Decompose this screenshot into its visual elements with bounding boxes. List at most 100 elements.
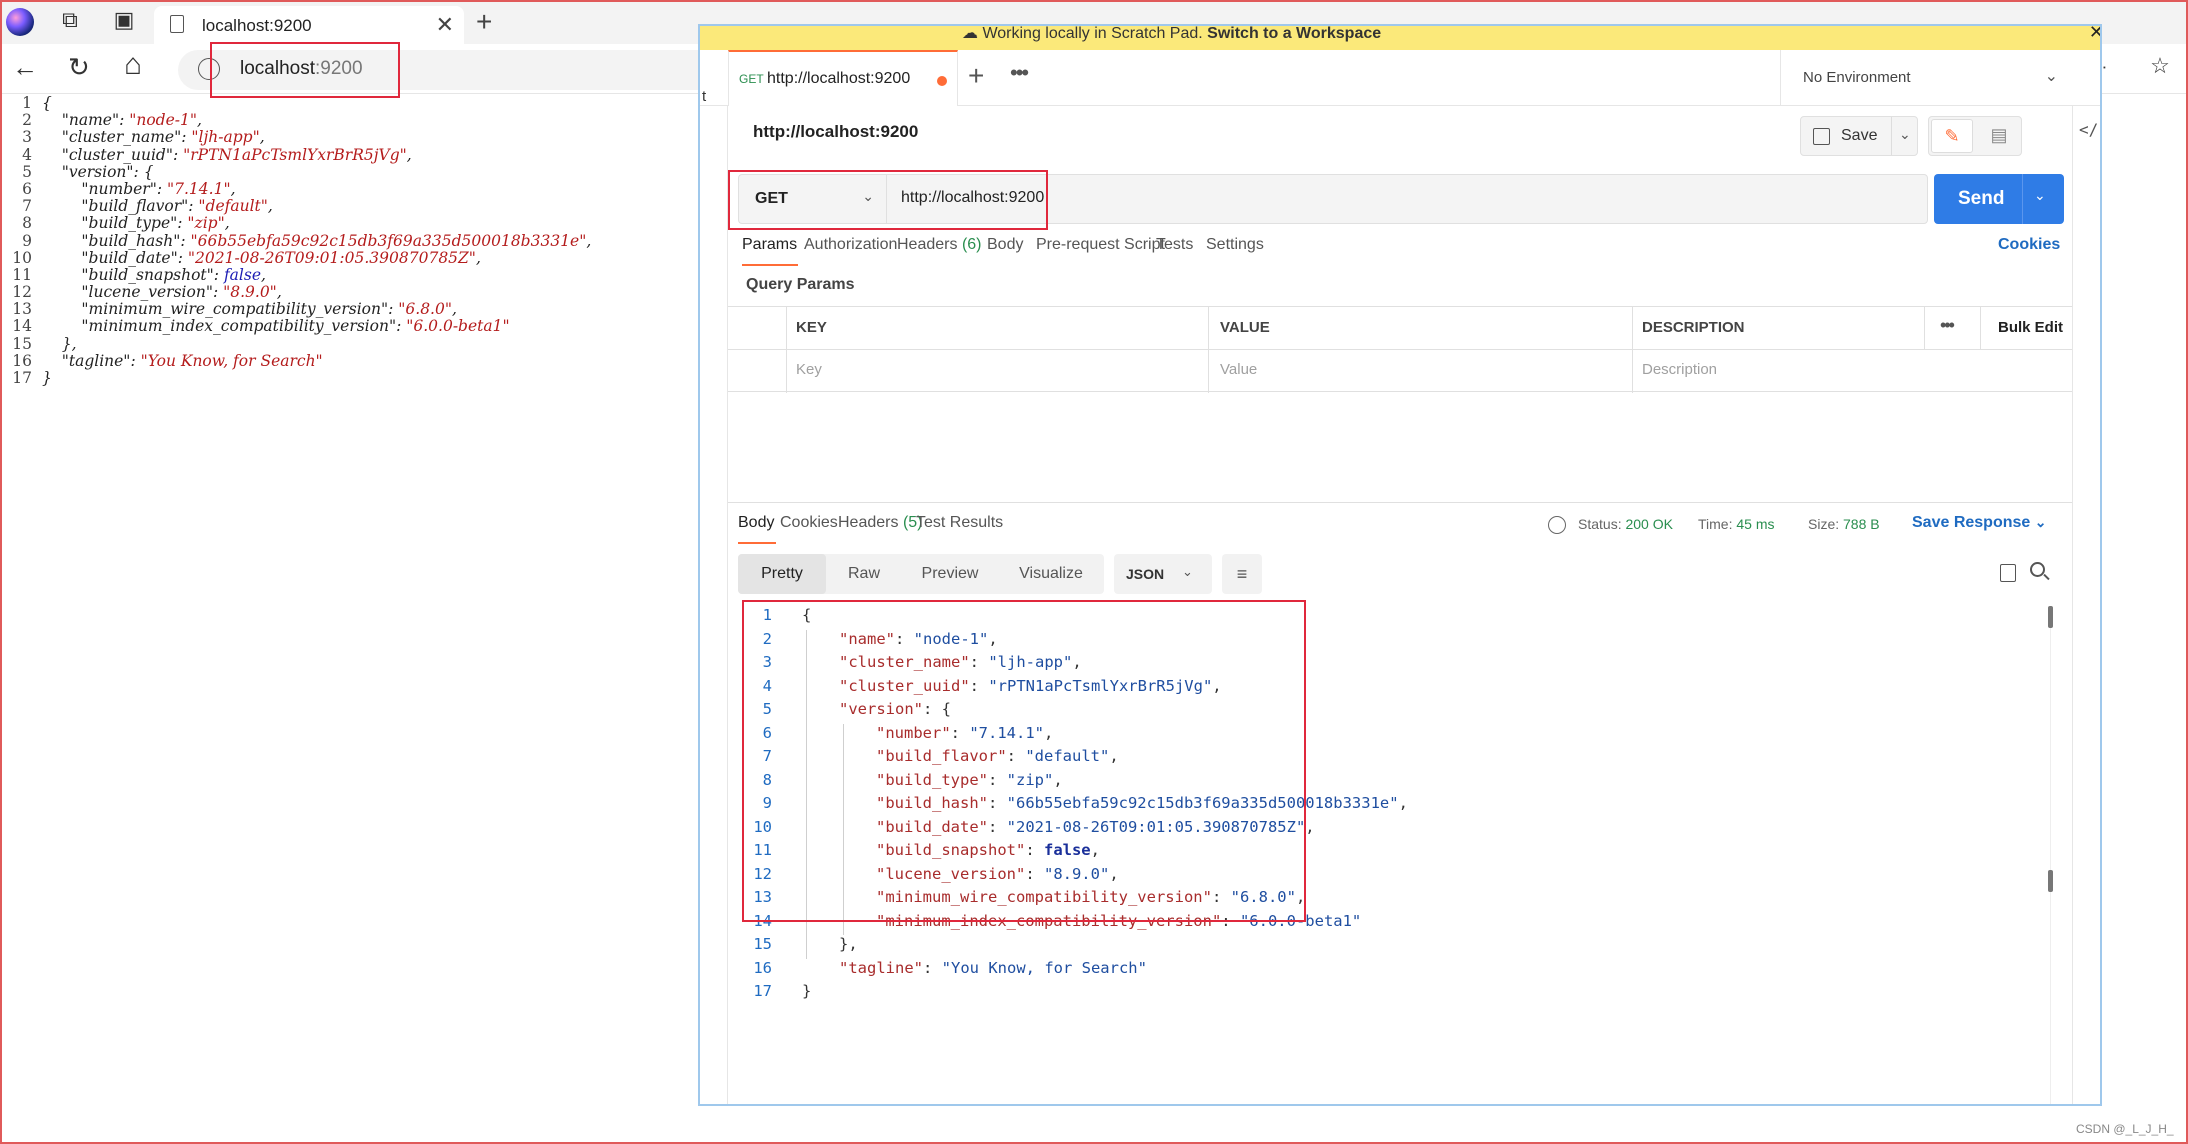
more-options-icon[interactable]: ••• — [1940, 315, 1955, 336]
tab-params[interactable]: Params — [742, 236, 797, 254]
raw-token: false — [223, 265, 261, 284]
more-tabs-icon[interactable]: ••• — [1010, 60, 1029, 86]
raw-token — [42, 266, 81, 284]
raw-token: "zip" — [187, 214, 225, 233]
code-token: "minimum_wire_compatibility_version" — [876, 888, 1212, 906]
tab-pre-request-script[interactable]: Pre-request Script — [1036, 236, 1165, 254]
site-info-icon[interactable] — [198, 58, 220, 80]
tab-settings[interactable]: Settings — [1206, 236, 1264, 254]
favorite-star-icon[interactable]: ☆ — [2144, 52, 2176, 84]
response-tab-headers[interactable]: Headers (5) — [838, 514, 923, 532]
status-label: Status: — [1578, 516, 1622, 532]
tab-label: Headers — [897, 236, 958, 253]
size-readout: Size: 788 B — [1808, 516, 1880, 532]
code-token: "build_snapshot" — [876, 841, 1026, 859]
response-tab-cookies[interactable]: Cookies — [780, 514, 838, 532]
raw-line-number: 7 — [22, 197, 32, 216]
browser-tab[interactable]: localhost:9200 ✕ — [154, 6, 464, 44]
globe-icon[interactable] — [1548, 516, 1566, 534]
response-tab-body[interactable]: Body — [738, 514, 774, 532]
raw-token: : — [172, 145, 184, 164]
close-tab-icon[interactable]: ✕ — [436, 12, 454, 38]
tab-headers[interactable]: Headers (6) — [897, 236, 982, 254]
chevron-down-icon: ⌄ — [2034, 514, 2047, 530]
format-selector[interactable]: JSON ⌄ — [1114, 554, 1212, 594]
response-body-code: 1{2 "name": "node-1", 3 "cluster_name": "lj… — [742, 606, 2072, 1104]
param-value-input[interactable]: Value — [1220, 361, 1257, 378]
tab-body[interactable]: Body — [987, 236, 1023, 254]
edit-icon[interactable]: ✎ — [1931, 119, 1973, 153]
code-line-number: 14 — [753, 911, 772, 930]
view-pretty-button[interactable]: Pretty — [738, 554, 826, 594]
url-input[interactable]: http://localhost:9200 — [886, 174, 1928, 224]
workspaces-icon[interactable]: ⧉ — [54, 6, 86, 38]
raw-token — [42, 300, 81, 318]
code-line: 14 "minimum_index_compatibility_version":… — [742, 912, 1942, 936]
right-rail: </ — [2072, 106, 2100, 1104]
request-workspace: http://localhost:9200 Save ⌄ ✎ ▤ GET ⌄ h… — [728, 106, 2072, 1104]
code-line-text: }, — [839, 935, 858, 953]
view-raw-button[interactable]: Raw — [826, 554, 902, 594]
table-row-divider — [728, 349, 2072, 350]
environment-selector[interactable]: No Environment ⌄ — [1780, 50, 2080, 106]
switch-workspace-link[interactable]: Switch to a Workspace — [1207, 26, 1381, 42]
response-divider — [728, 502, 2072, 503]
code-line-text: "build_date": "2021-08-26T09:01:05.39087… — [876, 818, 1315, 836]
code-line: 6 "number": "7.14.1", — [742, 724, 1942, 748]
raw-json-line: 10 "build_date": "2021-08-26T09:01:05.39… — [2, 248, 698, 267]
raw-token: "default" — [198, 197, 268, 216]
address-bar-url[interactable]: localhost:9200 — [240, 58, 363, 80]
raw-line-code: "tagline": "You Know, for Search" — [42, 352, 323, 370]
raw-token: , — [586, 231, 592, 250]
banner-close-icon[interactable]: ✕ — [2089, 26, 2100, 43]
scrollbar-track[interactable] — [2050, 606, 2051, 1104]
save-options-chevron-icon[interactable]: ⌄ — [1899, 126, 1911, 143]
bulk-edit-button[interactable]: Bulk Edit — [1998, 319, 2063, 336]
view-visualize-button[interactable]: Visualize — [998, 554, 1104, 594]
raw-token: "build_flavor" — [81, 197, 189, 216]
new-tab-button[interactable]: + — [476, 6, 492, 38]
request-tab[interactable]: GET http://localhost:9200 — [728, 50, 958, 106]
wrap-lines-icon[interactable]: ≡ — [1222, 554, 1262, 594]
back-button[interactable]: ← — [12, 52, 38, 83]
save-response-button[interactable]: Save Response ⌄ — [1912, 514, 2046, 532]
reload-button[interactable]: ↻ — [68, 52, 90, 83]
param-description-input[interactable]: Description — [1642, 361, 1717, 378]
view-preview-button[interactable]: Preview — [902, 554, 998, 594]
copy-icon[interactable] — [2000, 564, 2016, 582]
response-tab-test-results[interactable]: Test Results — [916, 514, 1003, 532]
scrollbar-thumb-bottom[interactable] — [2048, 870, 2053, 892]
tab-actions-icon[interactable]: ▣ — [108, 6, 140, 38]
code-token: , — [1109, 747, 1119, 765]
raw-line-code: } — [42, 369, 52, 387]
code-snippet-icon[interactable]: </ — [2079, 120, 2098, 139]
raw-json-line: 8 "build_type": "zip", — [2, 215, 698, 232]
raw-token: : — [181, 128, 192, 147]
home-button[interactable]: ⌂ — [124, 48, 142, 82]
save-button[interactable]: Save ⌄ — [1800, 116, 1918, 156]
send-button[interactable]: Send ⌄ — [1934, 174, 2064, 224]
profile-avatar[interactable] — [6, 8, 34, 36]
raw-token: "2021-08-26T09:01:05.390870785Z" — [187, 248, 476, 267]
request-tab-title: http://localhost:9200 — [767, 70, 911, 87]
tab-tests[interactable]: Tests — [1156, 236, 1193, 254]
param-key-input[interactable]: Key — [796, 361, 822, 378]
cookies-link[interactable]: Cookies — [1998, 236, 2060, 254]
raw-line-code: "build_flavor": "default", — [42, 197, 272, 216]
search-icon[interactable] — [2030, 562, 2045, 577]
sidebar-edge-text: t — [702, 88, 707, 105]
tab-authorization[interactable]: Authorization — [804, 236, 897, 254]
send-options-chevron-icon[interactable]: ⌄ — [2034, 187, 2046, 204]
new-request-tab-button[interactable]: + — [968, 60, 984, 92]
code-line-text: { — [802, 606, 811, 624]
raw-token: "name" — [61, 111, 120, 130]
code-line: 5 "version": { — [742, 700, 1942, 724]
raw-token: "66b55ebfa59c92c15db3f69a335d500018b3331… — [190, 231, 587, 250]
method-selector[interactable]: GET ⌄ — [738, 174, 886, 224]
code-line-text: } — [802, 982, 811, 1000]
scrollbar-thumb-top[interactable] — [2048, 606, 2053, 628]
raw-json-line: 17} — [2, 369, 698, 387]
comments-icon[interactable]: ▤ — [1979, 119, 2019, 153]
raw-line-code: "version": { — [42, 163, 154, 181]
code-token: "lucene_version" — [876, 864, 1026, 883]
